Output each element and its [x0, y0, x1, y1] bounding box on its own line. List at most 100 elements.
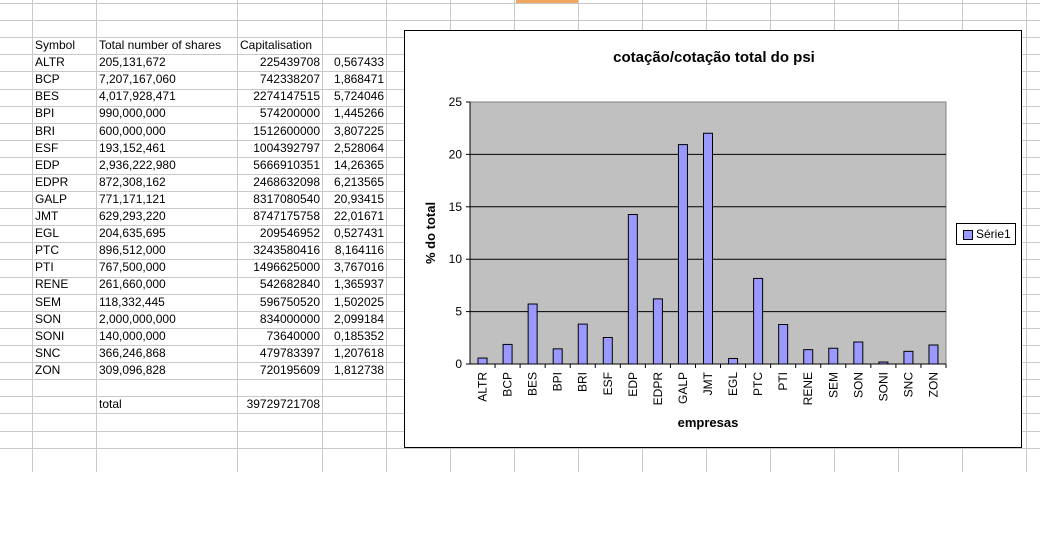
cell-total-label[interactable]: total	[99, 396, 235, 413]
cell-shares[interactable]: 767,500,000	[99, 259, 235, 276]
cell-shares[interactable]: 872,308,162	[99, 174, 235, 191]
cell-symbol[interactable]: BRI	[35, 123, 95, 140]
cell-shares[interactable]: 771,171,121	[99, 191, 235, 208]
x-tick-label: SON	[851, 372, 865, 398]
cell-percent[interactable]: 1,812738	[322, 362, 384, 379]
cell-shares[interactable]: 193,152,461	[99, 140, 235, 157]
cell-shares[interactable]: 118,332,445	[99, 294, 235, 311]
cell-symbol[interactable]: GALP	[35, 191, 95, 208]
cell-shares[interactable]: 309,096,828	[99, 362, 235, 379]
cell-capitalisation[interactable]: 1004392797	[237, 140, 320, 157]
cell-percent[interactable]: 3,767016	[322, 259, 384, 276]
cell-capitalisation[interactable]: 209546952	[237, 225, 320, 242]
cell-percent[interactable]: 8,164116	[322, 242, 384, 259]
cell-shares[interactable]: 2,936,222,980	[99, 157, 235, 174]
cell-symbol[interactable]: JMT	[35, 208, 95, 225]
cell-shares[interactable]: 205,131,672	[99, 54, 235, 71]
cell-shares[interactable]: 896,512,000	[99, 242, 235, 259]
cell-percent[interactable]: 5,724046	[322, 88, 384, 105]
cell-symbol[interactable]: EDP	[35, 157, 95, 174]
cell-percent[interactable]: 0,527431	[322, 225, 384, 242]
chart-object[interactable]: cotação/cotação total do psi 0 5 10 15 20 25 A…	[404, 30, 1022, 448]
cell-percent[interactable]: 1,207618	[322, 345, 384, 362]
cell-percent[interactable]: 14,26365	[322, 157, 384, 174]
cell-percent[interactable]: 0,567433	[322, 54, 384, 71]
x-tick-label: EDP	[626, 372, 640, 397]
cell-percent[interactable]: 1,502025	[322, 294, 384, 311]
cell-shares[interactable]: 140,000,000	[99, 328, 235, 345]
cell-symbol[interactable]: BPI	[35, 105, 95, 122]
bar-zon	[928, 344, 939, 365]
cell-symbol[interactable]: PTC	[35, 242, 95, 259]
cell-shares[interactable]: 7,207,167,060	[99, 71, 235, 88]
cell-symbol[interactable]: ZON	[35, 362, 95, 379]
cell-shares[interactable]: 2,000,000,000	[99, 311, 235, 328]
cell-percent[interactable]: 22,01671	[322, 208, 384, 225]
cell-percent[interactable]: 6,213565	[322, 174, 384, 191]
bar-snc	[903, 350, 914, 365]
cell-symbol[interactable]: PTI	[35, 259, 95, 276]
bar-son	[853, 341, 864, 365]
cell-capitalisation[interactable]: 574200000	[237, 105, 320, 122]
cell-shares[interactable]: 366,246,868	[99, 345, 235, 362]
cell-capitalisation[interactable]: 225439708	[237, 54, 320, 71]
cell-percent[interactable]: 0,185352	[322, 328, 384, 345]
cell-total-value[interactable]: 39729721708	[237, 396, 320, 413]
cell-symbol[interactable]: SON	[35, 311, 95, 328]
cell-symbol[interactable]: ALTR	[35, 54, 95, 71]
cell-capitalisation[interactable]: 834000000	[237, 311, 320, 328]
cell-symbol[interactable]: BES	[35, 88, 95, 105]
y-tick-label: 0	[455, 357, 462, 371]
cell-symbol[interactable]: EGL	[35, 225, 95, 242]
x-tick-label: SEM	[826, 372, 840, 398]
y-tick-label: 5	[455, 305, 462, 319]
cell-percent[interactable]: 3,807225	[322, 123, 384, 140]
cell-symbol[interactable]: EDPR	[35, 174, 95, 191]
cell-shares[interactable]: 990,000,000	[99, 105, 235, 122]
cell-shares[interactable]: 600,000,000	[99, 123, 235, 140]
cell-capitalisation[interactable]: 8747175758	[237, 208, 320, 225]
cell-capitalisation[interactable]: 1512600000	[237, 123, 320, 140]
cell-percent[interactable]: 2,528064	[322, 140, 384, 157]
cell-symbol[interactable]: SNC	[35, 345, 95, 362]
cell-symbol[interactable]: RENE	[35, 276, 95, 293]
y-tick-label: 15	[449, 200, 463, 214]
cell-capitalisation[interactable]: 3243580416	[237, 242, 320, 259]
x-tick-label: PTI	[776, 372, 790, 391]
cell-symbol[interactable]: SONI	[35, 328, 95, 345]
cell-capitalisation[interactable]: 8317080540	[237, 191, 320, 208]
cell-percent[interactable]: 20,93415	[322, 191, 384, 208]
cell-shares[interactable]: 261,660,000	[99, 276, 235, 293]
y-axis-label: % do total	[423, 202, 438, 264]
header-capitalisation[interactable]: Capitalisation	[240, 37, 322, 54]
cell-capitalisation[interactable]: 73640000	[237, 328, 320, 345]
cell-symbol[interactable]: ESF	[35, 140, 95, 157]
cell-capitalisation[interactable]: 742338207	[237, 71, 320, 88]
cell-shares[interactable]: 629,293,220	[99, 208, 235, 225]
cell-capitalisation[interactable]: 542682840	[237, 276, 320, 293]
cell-symbol[interactable]: BCP	[35, 71, 95, 88]
cell-shares[interactable]: 4,017,928,471	[99, 88, 235, 105]
cell-capitalisation[interactable]: 2468632098	[237, 174, 320, 191]
cell-symbol[interactable]: SEM	[35, 294, 95, 311]
bar-edpr	[652, 298, 663, 365]
bar-ptc	[753, 277, 764, 365]
cell-capitalisation[interactable]: 1496625000	[237, 259, 320, 276]
bar-pti	[778, 324, 789, 365]
cell-percent[interactable]: 2,099184	[322, 311, 384, 328]
cell-shares[interactable]: 204,635,695	[99, 225, 235, 242]
x-tick-label: RENE	[801, 372, 815, 405]
cell-percent[interactable]: 1,868471	[322, 71, 384, 88]
x-tick-label: BPI	[551, 372, 565, 391]
bar-altr	[477, 357, 488, 365]
cell-capitalisation[interactable]: 720195609	[237, 362, 320, 379]
cell-capitalisation[interactable]: 479783397	[237, 345, 320, 362]
cell-percent[interactable]: 1,445266	[322, 105, 384, 122]
legend-swatch	[963, 229, 973, 240]
cell-capitalisation[interactable]: 596750520	[237, 294, 320, 311]
cell-capitalisation[interactable]: 5666910351	[237, 157, 320, 174]
header-total-shares[interactable]: Total number of shares	[99, 37, 239, 54]
header-symbol[interactable]: Symbol	[35, 37, 95, 54]
cell-percent[interactable]: 1,365937	[322, 276, 384, 293]
cell-capitalisation[interactable]: 2274147515	[237, 88, 320, 105]
